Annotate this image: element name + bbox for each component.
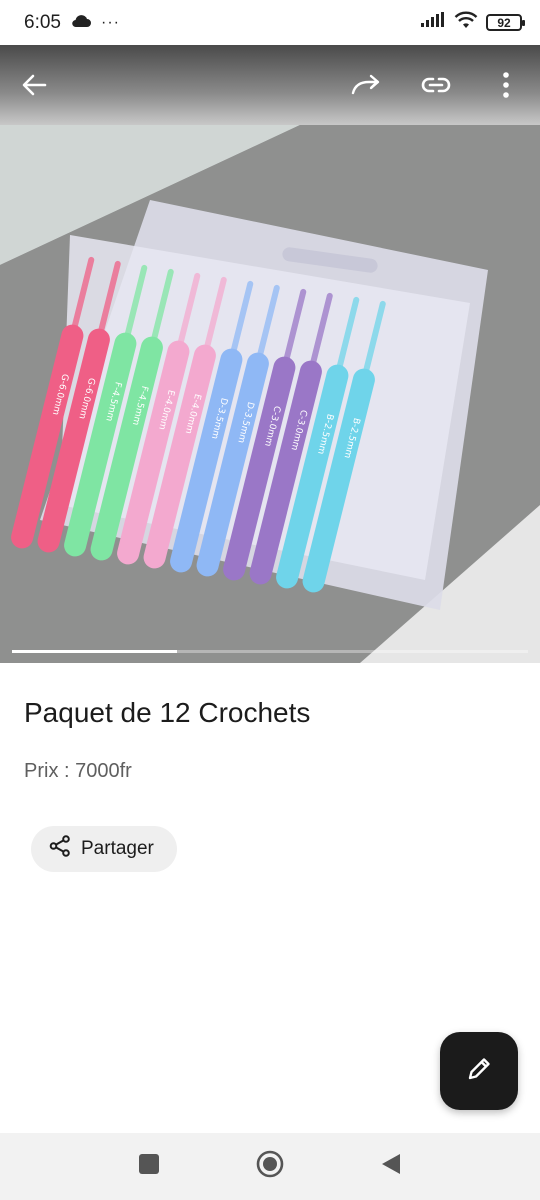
status-left: 6:05 ···: [24, 12, 120, 34]
share-icon: [49, 835, 71, 863]
product-price: Prix : 7000fr: [24, 760, 132, 782]
status-overflow: ···: [100, 13, 120, 31]
wifi-icon: [454, 11, 478, 35]
status-time: 6:05: [24, 11, 61, 33]
back-arrow-icon[interactable]: [10, 61, 58, 109]
share-label: Partager: [81, 838, 154, 859]
app-actions: [342, 61, 530, 109]
carousel-progress-fill: [12, 650, 178, 653]
home-circle-icon[interactable]: [256, 1150, 284, 1183]
product-title: Paquet de 12 Crochets: [24, 697, 311, 728]
system-nav-bar: [0, 1133, 540, 1200]
forward-icon[interactable]: [342, 61, 390, 109]
battery-icon: 92: [486, 14, 525, 31]
status-bar: 6:05 ··· 92: [0, 0, 540, 45]
signal-icon: [420, 11, 446, 34]
app-bar: [0, 45, 540, 125]
crochet-hooks-pack-photo: G-6.0mm G-6.0mm F-4.5mm F-4.5mm E-4.0mm E-4.0…: [0, 125, 540, 663]
carousel-progress: [12, 650, 528, 653]
pencil-edit-icon: [465, 1055, 493, 1088]
product-image[interactable]: G-6.0mm G-6.0mm F-4.5mm F-4.5mm E-4.0mm E-4.0…: [0, 125, 540, 663]
status-right: 92: [420, 11, 525, 35]
cloud-icon: [71, 12, 91, 34]
more-vert-icon[interactable]: [482, 61, 530, 109]
back-triangle-icon[interactable]: [380, 1152, 402, 1181]
link-icon[interactable]: [412, 61, 460, 109]
edit-fab-button[interactable]: [440, 1032, 518, 1110]
share-button[interactable]: Partager: [31, 826, 177, 872]
recents-square-icon[interactable]: [138, 1153, 160, 1180]
